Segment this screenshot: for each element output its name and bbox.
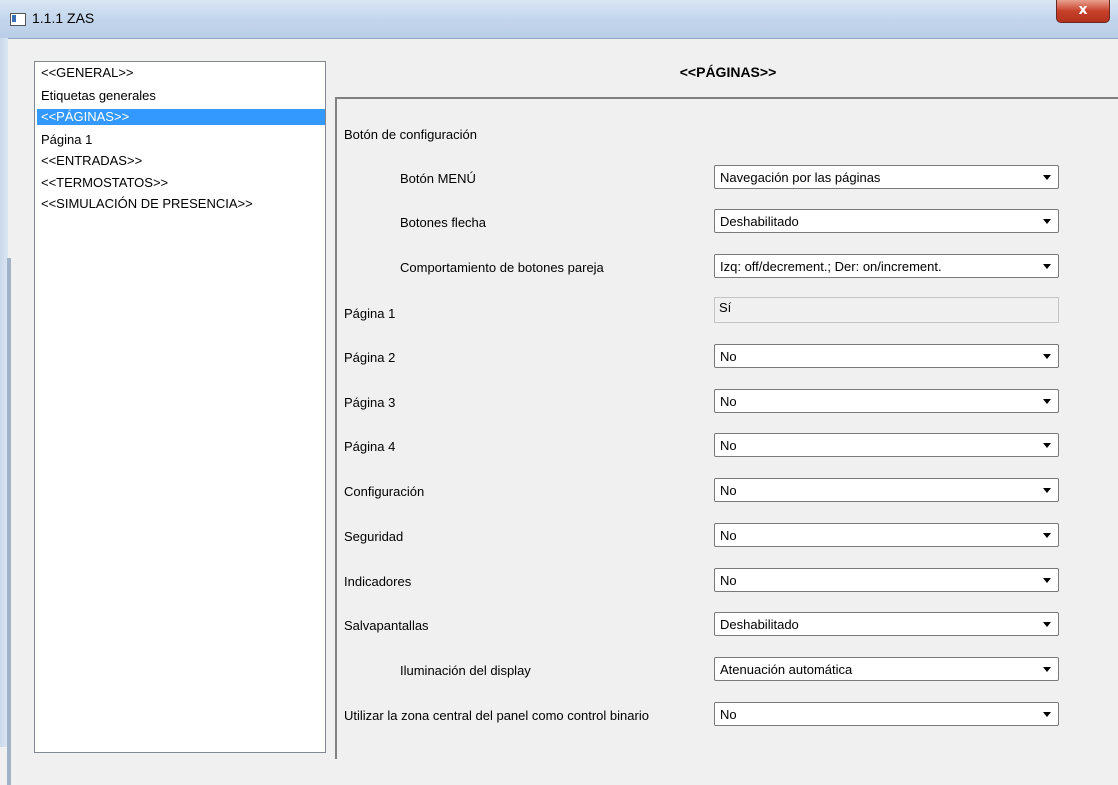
label-configuracion: Configuración <box>344 484 425 499</box>
indicadores-value: No <box>720 573 737 588</box>
tree-item-general[interactable]: <<GENERAL>> <box>37 65 138 81</box>
label-zona-central-control-binario: Utilizar la zona central del panel como … <box>344 708 649 723</box>
salvapantallas-select[interactable]: Deshabilitado <box>714 612 1059 636</box>
tree-item-simulacion-presencia[interactable]: <<SIMULACIÓN DE PRESENCIA>> <box>37 196 257 212</box>
label-pagina-4: Página 4 <box>344 439 396 454</box>
label-comportamiento-botones-pareja: Comportamiento de botones pareja <box>400 260 604 275</box>
chevron-down-icon <box>1043 712 1051 717</box>
tree-item-entradas[interactable]: <<ENTRADAS>> <box>37 153 146 169</box>
label-pagina-2: Página 2 <box>344 350 396 365</box>
chevron-down-icon <box>1043 622 1051 627</box>
navigation-tree[interactable]: <<GENERAL>> Etiquetas generales <<PÁGINA… <box>34 61 326 753</box>
window-left-edge <box>0 38 11 785</box>
close-button[interactable]: x <box>1056 0 1110 23</box>
comportamiento-botones-pareja-value: Izq: off/decrement.; Der: on/increment. <box>720 259 942 274</box>
botones-flecha-value: Deshabilitado <box>720 214 799 229</box>
tree-item-paginas[interactable]: <<PÁGINAS>> <box>37 109 325 125</box>
pagina-2-select[interactable]: No <box>714 344 1059 368</box>
label-pagina-1: Página 1 <box>344 306 396 321</box>
label-salvapantallas: Salvapantallas <box>344 618 429 633</box>
pagina-1-value: Sí <box>719 300 732 315</box>
zona-central-control-binario-select[interactable]: No <box>714 702 1059 726</box>
chevron-down-icon <box>1043 219 1051 224</box>
label-iluminacion-display: Iluminación del display <box>400 663 531 678</box>
chevron-down-icon <box>1043 354 1051 359</box>
tree-item-termostatos[interactable]: <<TERMOSTATOS>> <box>37 175 172 191</box>
chevron-down-icon <box>1043 667 1051 672</box>
label-botones-flecha: Botones flecha <box>400 215 487 230</box>
boton-menu-select[interactable]: Navegación por las páginas <box>714 165 1059 189</box>
botones-flecha-select[interactable]: Deshabilitado <box>714 209 1059 233</box>
pagina-2-value: No <box>720 349 737 364</box>
pagina-4-select[interactable]: No <box>714 433 1059 457</box>
pagina-1-readonly-field: Sí <box>714 297 1059 323</box>
seguridad-value: No <box>720 528 737 543</box>
zona-central-control-binario-value: No <box>720 707 737 722</box>
pagina-4-value: No <box>720 438 737 453</box>
chevron-down-icon <box>1043 443 1051 448</box>
salvapantallas-value: Deshabilitado <box>720 617 799 632</box>
tree-item-pagina-1[interactable]: Página 1 <box>37 132 96 148</box>
chevron-down-icon <box>1043 488 1051 493</box>
pagina-3-value: No <box>720 394 737 409</box>
chevron-down-icon <box>1043 175 1051 180</box>
iluminacion-display-value: Atenuación automática <box>720 662 853 677</box>
window-title: 1.1.1 ZAS <box>32 10 95 26</box>
chevron-down-icon <box>1043 399 1051 404</box>
pagina-3-select[interactable]: No <box>714 389 1059 413</box>
tree-item-etiquetas-generales[interactable]: Etiquetas generales <box>37 88 160 104</box>
seguridad-select[interactable]: No <box>714 523 1059 547</box>
label-pagina-3: Página 3 <box>344 395 396 410</box>
label-boton-menu: Botón MENÚ <box>400 171 476 186</box>
section-label-boton-configuracion: Botón de configuración <box>344 127 477 142</box>
configuracion-value: No <box>720 483 737 498</box>
chevron-down-icon <box>1043 264 1051 269</box>
indicadores-select[interactable]: No <box>714 568 1059 592</box>
boton-menu-value: Navegación por las páginas <box>720 170 881 185</box>
label-seguridad: Seguridad <box>344 529 404 544</box>
configuracion-select[interactable]: No <box>714 478 1059 502</box>
close-icon: x <box>1078 2 1088 18</box>
title-bar: 1.1.1 ZAS x <box>0 0 1118 39</box>
label-indicadores: Indicadores <box>344 574 412 589</box>
page-title: <<PÁGINAS>> <box>679 64 777 80</box>
chevron-down-icon <box>1043 578 1051 583</box>
chevron-down-icon <box>1043 533 1051 538</box>
iluminacion-display-select[interactable]: Atenuación automática <box>714 657 1059 681</box>
window-app-icon <box>10 13 26 26</box>
comportamiento-botones-pareja-select[interactable]: Izq: off/decrement.; Der: on/increment. <box>714 254 1059 278</box>
